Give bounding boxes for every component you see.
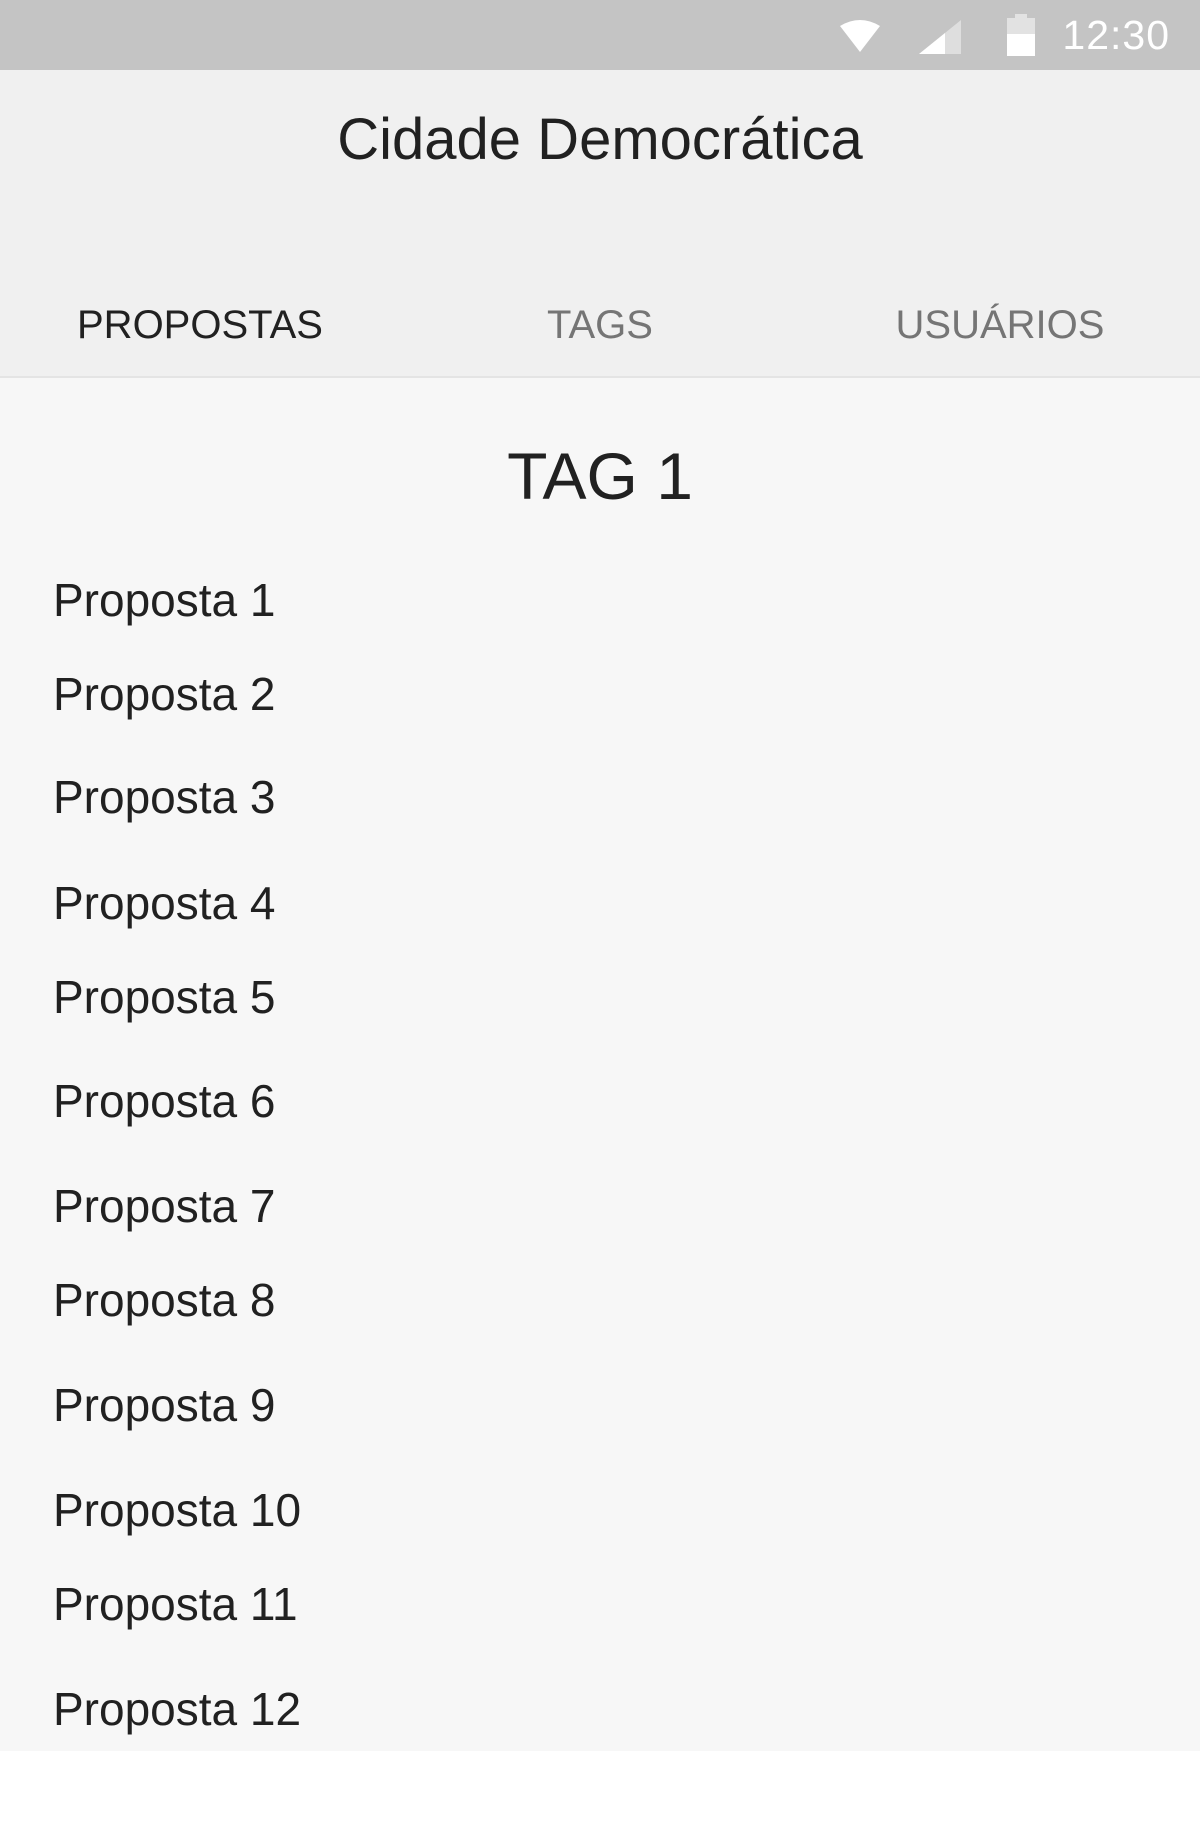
proposal-item[interactable]: Proposta 4 (0, 863, 1200, 943)
proposal-item[interactable]: Proposta 6 (0, 1061, 1200, 1141)
proposal-item[interactable]: Proposta 2 (0, 654, 1200, 734)
proposal-item[interactable]: Proposta 3 (0, 757, 1200, 837)
tab-propostas[interactable]: PROPOSTAS (0, 280, 400, 370)
app-title: Cidade Democrática (337, 107, 863, 172)
app-header: Cidade Democrática PROPOSTAS TAGS USUÁRI… (0, 70, 1200, 378)
proposal-item[interactable]: Proposta 5 (0, 957, 1200, 1037)
tag-content: TAG 1 Proposta 1 Proposta 2 Proposta 3 P… (0, 378, 1200, 1751)
proposal-item[interactable]: Proposta 8 (0, 1260, 1200, 1340)
status-time: 12:30 (1062, 12, 1170, 58)
proposal-item[interactable]: Proposta 7 (0, 1166, 1200, 1246)
status-bar: 12:30 (0, 0, 1200, 70)
battery-icon (1007, 14, 1035, 61)
tab-tags[interactable]: TAGS (400, 280, 800, 370)
wifi-icon (840, 20, 880, 59)
signal-icon (919, 20, 961, 59)
proposal-item[interactable]: Proposta 1 (0, 560, 1200, 640)
tab-usuarios[interactable]: USUÁRIOS (800, 280, 1200, 370)
proposal-item[interactable]: Proposta 9 (0, 1365, 1200, 1445)
proposal-item[interactable]: Proposta 12 (0, 1669, 1200, 1749)
tag-title: TAG 1 (507, 439, 693, 513)
proposal-item[interactable]: Proposta 11 (0, 1564, 1200, 1644)
proposal-item[interactable]: Proposta 10 (0, 1470, 1200, 1550)
